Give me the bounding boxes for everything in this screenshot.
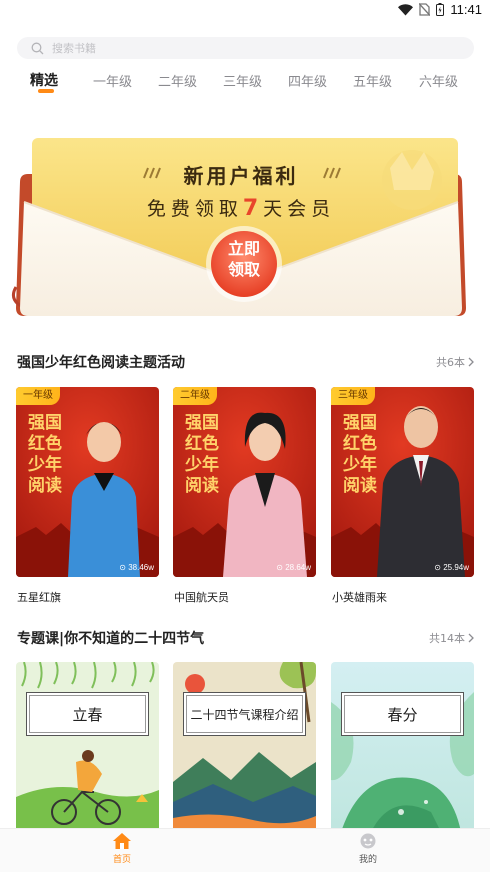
- tab-featured[interactable]: 精选: [30, 70, 58, 90]
- battery-icon: [436, 3, 445, 16]
- tab-grade-6[interactable]: 六年级: [419, 71, 458, 90]
- grade-tag: 二年级: [173, 387, 217, 405]
- banner-subtitle: 免费领取7天会员: [146, 196, 336, 221]
- grade-tag: 一年级: [16, 387, 60, 405]
- search-placeholder: 搜索书籍: [52, 42, 96, 55]
- section-more-red-reading[interactable]: 共6本: [436, 354, 474, 370]
- banner-days-number: 7: [242, 196, 264, 221]
- grade-tabs: 精选 一年级 二年级 三年级 四年级 五年级 六年级: [0, 68, 490, 98]
- bottom-navigation: 首页 我的: [0, 828, 490, 872]
- poster-calligraphy: 强国红色少年阅读: [28, 413, 62, 496]
- book-card[interactable]: 强国红色少年阅读 二年级 ⊙ 28.64w: [173, 387, 316, 577]
- search-icon: [31, 42, 44, 54]
- grade-tag: 三年级: [331, 387, 375, 405]
- course-card[interactable]: 春分: [331, 662, 474, 832]
- book-title[interactable]: 五星红旗: [17, 589, 61, 605]
- book-card[interactable]: 强国红色少年阅读 一年级 ⊙ 38.46w: [16, 387, 159, 577]
- home-icon: [113, 833, 131, 849]
- wifi-icon: [398, 3, 414, 15]
- book-card[interactable]: 强国红色少年阅读 三年级 ⊙ 25.94w: [331, 387, 474, 577]
- clock: 11:41: [450, 2, 482, 17]
- section-title-red-reading: 强国少年红色阅读主题活动: [17, 355, 185, 371]
- book-title[interactable]: 中国航天员: [174, 589, 229, 605]
- chevron-right-icon: [468, 633, 474, 643]
- book-title[interactable]: 小英雄雨来: [332, 589, 387, 605]
- claim-button[interactable]: 立即 领取: [211, 238, 277, 292]
- tab-grade-3[interactable]: 三年级: [223, 71, 262, 90]
- view-count: ⊙ 28.64w: [276, 563, 311, 572]
- nav-profile[interactable]: 我的: [338, 833, 398, 865]
- course-cover-image: [16, 662, 159, 832]
- search-bar[interactable]: 搜索书籍: [17, 37, 474, 59]
- course-card[interactable]: 立春: [16, 662, 159, 832]
- course-cover-image: [331, 662, 474, 832]
- view-count: ⊙ 38.46w: [119, 563, 154, 572]
- profile-icon: [360, 833, 376, 849]
- course-label: 春分: [341, 692, 464, 736]
- tab-grade-4[interactable]: 四年级: [288, 71, 327, 90]
- tab-grade-1[interactable]: 一年级: [93, 71, 132, 90]
- chevron-right-icon: [468, 357, 474, 367]
- section-title-solar-terms: 专题课|你不知道的二十四节气: [17, 631, 205, 647]
- poster-calligraphy: 强国红色少年阅读: [185, 413, 219, 496]
- section-more-solar-terms[interactable]: 共14本: [429, 630, 474, 646]
- course-card[interactable]: 二十四节气课程介绍: [173, 662, 316, 832]
- tab-grade-2[interactable]: 二年级: [158, 71, 197, 90]
- course-label: 立春: [26, 692, 149, 736]
- course-label: 二十四节气课程介绍: [183, 692, 306, 736]
- active-tab-indicator: [38, 89, 54, 93]
- no-sim-icon: [419, 3, 431, 16]
- status-bar: 11:41: [0, 0, 490, 22]
- poster-calligraphy: 强国红色少年阅读: [343, 413, 377, 496]
- new-user-banner[interactable]: 新用户福利 免费领取7天会员 立即 领取: [10, 132, 472, 320]
- tab-grade-5[interactable]: 五年级: [353, 71, 392, 90]
- banner-title: 新用户福利: [183, 164, 299, 188]
- course-cover-image: [173, 662, 316, 832]
- nav-home[interactable]: 首页: [92, 833, 152, 865]
- view-count: ⊙ 25.94w: [434, 563, 469, 572]
